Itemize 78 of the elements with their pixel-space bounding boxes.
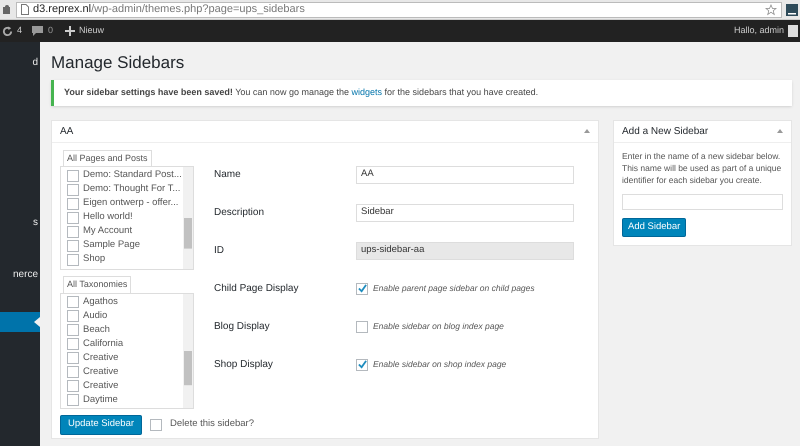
checkbox[interactable] <box>150 418 162 430</box>
add-sidebar-button[interactable]: Add Sidebar <box>622 218 686 236</box>
list-item-label: Creative <box>83 378 118 393</box>
admin-menu-item[interactable]: nerce <box>0 264 40 284</box>
checkbox[interactable] <box>67 310 79 322</box>
widgets-link[interactable]: widgets <box>352 87 382 97</box>
admin-menu-item[interactable]: s <box>0 212 40 232</box>
checkbox[interactable] <box>67 366 79 378</box>
comments-count[interactable]: 0 <box>48 24 54 38</box>
field-label: Blog Display <box>214 320 271 334</box>
collapse-arrow-icon[interactable] <box>584 129 590 133</box>
list-item-label: Demo: Standard Post... <box>83 168 182 182</box>
new-menu[interactable]: Nieuw <box>79 24 104 38</box>
page-icon <box>21 4 29 15</box>
checkbox-label: Enable sidebar on shop index page <box>373 358 506 371</box>
checkmark-icon <box>358 360 366 369</box>
extension-icon[interactable] <box>786 4 798 16</box>
sidebar-name-field[interactable] <box>622 194 783 210</box>
checkbox[interactable] <box>67 240 79 252</box>
url-field[interactable]: d3.reprex.nl/wp-admin/themes.php?page=ups_sidebars <box>16 2 782 18</box>
checkbox[interactable] <box>67 226 79 238</box>
checkbox[interactable] <box>67 212 79 224</box>
panel-title: Add a New Sidebar <box>622 124 708 138</box>
list-item-label: Sample Page <box>83 238 140 252</box>
field-label: Shop Display <box>214 358 274 372</box>
updates-count[interactable]: 4 <box>17 24 22 38</box>
text-field[interactable]: Sidebar <box>356 204 574 222</box>
collapse-arrow-icon[interactable] <box>777 129 783 133</box>
checkbox[interactable] <box>67 324 79 336</box>
list-item-label: Eigen ontwerp - offer... <box>83 196 178 210</box>
checkbox[interactable] <box>67 380 79 392</box>
field-label: ID <box>214 244 225 258</box>
field-label: Description <box>214 206 266 220</box>
checkbox[interactable] <box>67 184 79 196</box>
list-item-label: Creative <box>83 350 118 365</box>
checkbox[interactable] <box>356 282 368 294</box>
refresh-icon[interactable] <box>2 26 13 36</box>
list-tab[interactable]: All Pages and Posts <box>63 150 152 166</box>
plus-icon[interactable] <box>65 26 76 36</box>
checkbox[interactable] <box>67 394 79 406</box>
checkbox[interactable] <box>67 254 79 266</box>
list-item-label: Audio <box>83 308 108 323</box>
list-item-label: Creative <box>83 364 118 379</box>
list-item-label: Demo: Thought For T... <box>83 182 180 196</box>
panel-description: Enter in the name of a new sidebar below. This name will be used as part of a unique identifier for each sidebar you create. <box>622 150 782 186</box>
notice-message: Your sidebar settings have been saved! You can now go manage the widgets for the sidebars that you have created. <box>64 86 540 99</box>
list-item-label: Agathos <box>83 294 118 309</box>
comment-icon[interactable] <box>32 26 44 36</box>
admin-menu-item[interactable] <box>0 312 40 332</box>
avatar-icon[interactable] <box>788 25 798 37</box>
panel-title: AA <box>60 124 74 138</box>
list-item-label: Daytime <box>83 392 118 407</box>
checkbox[interactable] <box>67 338 79 350</box>
star-icon[interactable] <box>765 4 777 16</box>
checkbox-label: Enable parent page sidebar on child pages <box>373 282 535 295</box>
list-item-label: California <box>83 336 124 351</box>
field-label: Child Page Display <box>214 282 300 296</box>
checkbox[interactable] <box>67 352 79 364</box>
text-field[interactable]: AA <box>356 166 574 184</box>
admin-menu-item[interactable]: d <box>0 52 40 72</box>
delete-label: Delete this sidebar? <box>170 417 254 432</box>
checkbox[interactable] <box>67 198 79 210</box>
checkbox[interactable] <box>67 296 79 308</box>
greeting[interactable]: Hallo, admin <box>734 24 784 38</box>
list-item-label: My Account <box>83 224 132 238</box>
checkbox-label: Enable sidebar on blog index page <box>373 320 504 333</box>
list-item-label: Hello world! <box>83 210 133 224</box>
list-item-label: Beach <box>83 322 110 337</box>
list-item-label: Shop <box>83 252 106 266</box>
page-title: Manage Sidebars <box>51 52 186 74</box>
checkbox[interactable] <box>67 170 79 182</box>
checkbox[interactable] <box>356 320 368 332</box>
url-text: d3.reprex.nl/wp-admin/themes.php?page=ups_sidebars <box>33 2 305 18</box>
list-tab[interactable]: All Taxonomies <box>63 276 132 292</box>
update-sidebar-button[interactable]: Update Sidebar <box>60 414 142 434</box>
checkbox[interactable] <box>356 358 368 370</box>
field-label: Name <box>214 168 242 182</box>
checkmark-icon <box>358 284 366 293</box>
